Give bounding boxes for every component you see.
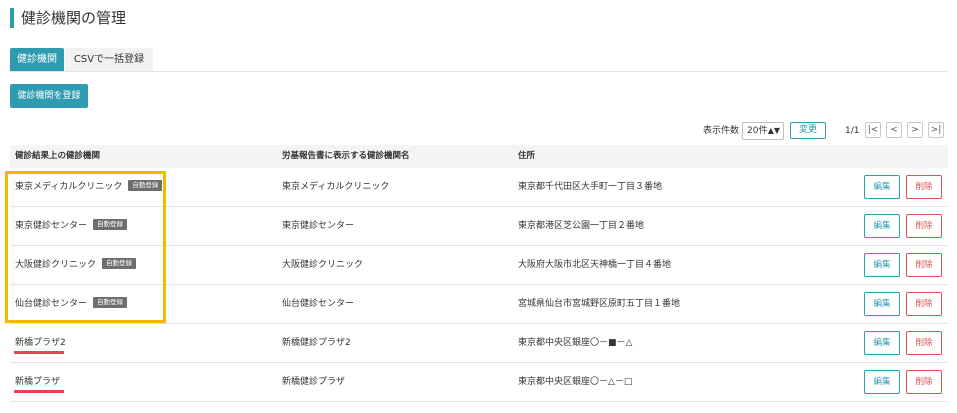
first-page-button[interactable]: |< [865, 122, 881, 138]
register-institution-button[interactable]: 健診機関を登録 [10, 84, 88, 108]
report-name: 新橋健診プラザ2 [282, 338, 351, 348]
table-row: 仙台健診センター 自動登録 仙台健診センター 宮城県仙台市宮城野区原町五丁目１番地… [10, 285, 948, 324]
address: 東京都中央区銀座〇－△－□ [518, 377, 633, 387]
table-row: 新橋プラザ 新橋健診プラザ 東京都中央区銀座〇－△－□ 編集 削除 [10, 363, 948, 402]
address: 大阪府大阪市北区天神橋一丁目４番地 [518, 260, 672, 270]
per-page-value: 20件 [747, 126, 768, 136]
per-page-label: 表示件数 [703, 126, 740, 136]
institution-name: 東京メディカルクリニック 自動登録 [15, 168, 163, 206]
institution-name: 東京健診センター 自動登録 [15, 207, 128, 245]
table-row: 新橋プラザ2 新橋健診プラザ2 東京都中央区銀座〇－■－△ 編集 削除 [10, 324, 948, 363]
institution-name: 新橋プラザ2 [15, 338, 66, 348]
auto-registered-badge: 自動登録 [128, 180, 163, 191]
delete-button[interactable]: 削除 [906, 331, 942, 355]
institution-table: 健診結果上の健診機関 労基報告書に表示する健診機関名 住所 東京メディカルクリニ… [10, 145, 948, 402]
delete-button[interactable]: 削除 [906, 214, 942, 238]
select-updown-icon: ▲▼ [767, 126, 780, 135]
tab-csv-import[interactable]: CSVで一括登録 [65, 48, 153, 71]
tab-bar: 健診機関 CSVで一括登録 [10, 48, 948, 72]
edit-button[interactable]: 編集 [864, 214, 900, 238]
delete-button[interactable]: 削除 [906, 292, 942, 316]
red-underline [14, 390, 64, 393]
table-row: 東京健診センター 自動登録 東京健診センター 東京都港区芝公園一丁目２番地 編集 … [10, 207, 948, 246]
report-name: 仙台健診センター [282, 299, 355, 309]
report-name: 東京メディカルクリニック [282, 182, 390, 192]
auto-registered-badge: 自動登録 [93, 297, 128, 308]
delete-button[interactable]: 削除 [906, 370, 942, 394]
report-name: 東京健診センター [282, 221, 355, 231]
red-underline [14, 351, 64, 354]
auto-registered-badge: 自動登録 [93, 219, 128, 230]
edit-button[interactable]: 編集 [864, 331, 900, 355]
table-row: 東京メディカルクリニック 自動登録 東京メディカルクリニック 東京都千代田区大手町… [10, 168, 948, 207]
change-button[interactable]: 変更 [790, 122, 826, 139]
header-address: 住所 [518, 151, 536, 161]
page-title: 健診機関の管理 [10, 8, 126, 28]
delete-button[interactable]: 削除 [906, 253, 942, 277]
header-report-name: 労基報告書に表示する健診機関名 [282, 151, 410, 161]
tab-institutions[interactable]: 健診機関 [10, 48, 64, 71]
next-page-button[interactable]: > [907, 122, 923, 138]
page-info: 1/1 [845, 126, 860, 136]
report-name: 新橋健診プラザ [282, 377, 346, 387]
edit-button[interactable]: 編集 [864, 175, 900, 199]
address: 東京都千代田区大手町一丁目３番地 [518, 182, 663, 192]
delete-button[interactable]: 削除 [906, 175, 942, 199]
prev-page-button[interactable]: < [886, 122, 902, 138]
table-header: 健診結果上の健診機関 労基報告書に表示する健診機関名 住所 [10, 145, 948, 168]
edit-button[interactable]: 編集 [864, 253, 900, 277]
auto-registered-badge: 自動登録 [102, 258, 137, 269]
address: 宮城県仙台市宮城野区原町五丁目１番地 [518, 299, 681, 309]
address: 東京都港区芝公園一丁目２番地 [518, 221, 645, 231]
last-page-button[interactable]: >| [928, 122, 944, 138]
header-result-institution: 健診結果上の健診機関 [15, 151, 101, 161]
edit-button[interactable]: 編集 [864, 292, 900, 316]
institution-name: 大阪健診クリニック 自動登録 [15, 246, 137, 284]
per-page-select[interactable]: 20件 ▲▼ [742, 122, 784, 140]
table-row: 大阪健診クリニック 自動登録 大阪健診クリニック 大阪府大阪市北区天神橋一丁目４番… [10, 246, 948, 285]
report-name: 大阪健診クリニック [282, 260, 364, 270]
institution-name: 仙台健診センター 自動登録 [15, 285, 128, 323]
edit-button[interactable]: 編集 [864, 370, 900, 394]
address: 東京都中央区銀座〇－■－△ [518, 338, 633, 348]
institution-name: 新橋プラザ [15, 377, 61, 387]
